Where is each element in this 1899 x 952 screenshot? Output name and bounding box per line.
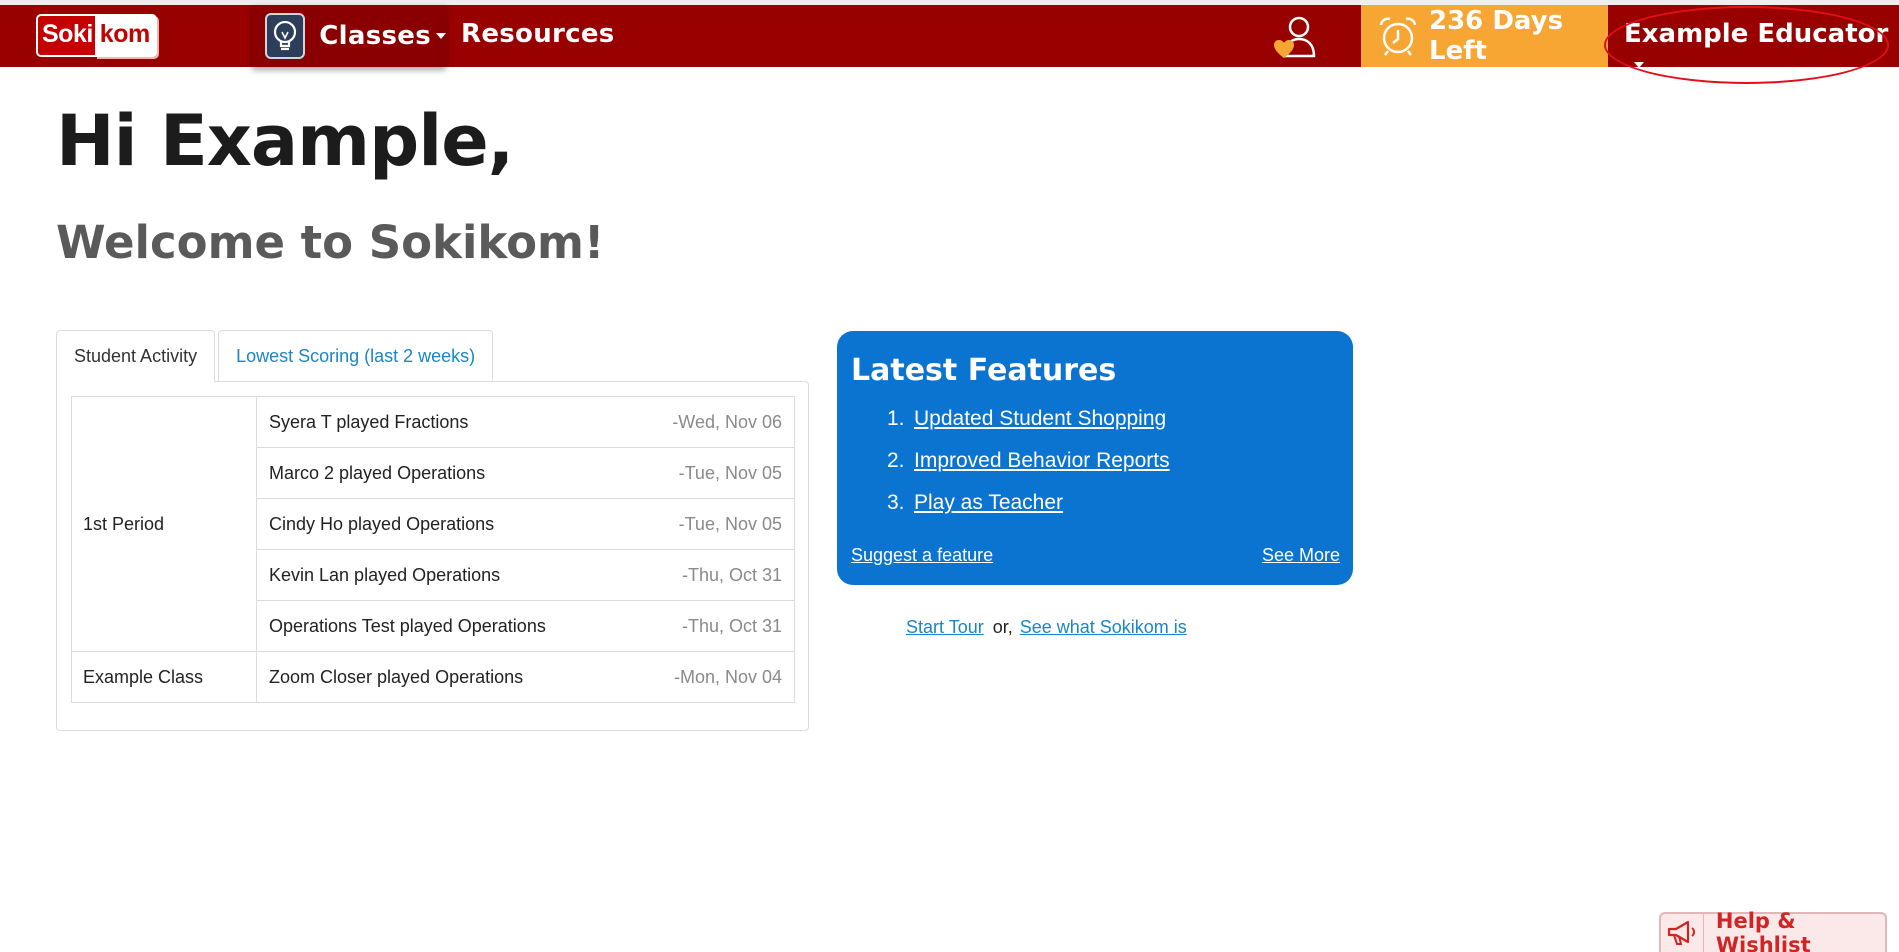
tab-lowest-scoring[interactable]: Lowest Scoring (last 2 weeks) [218, 330, 494, 382]
activity-text: Operations Test played Operations [269, 615, 546, 636]
feature-link-behavior-reports[interactable]: Improved Behavior Reports [914, 449, 1170, 473]
list-item: 3. Play as Teacher [887, 491, 1170, 533]
feature-number: 1. [887, 407, 905, 430]
sokikom-logo[interactable]: Soki kom [36, 13, 157, 57]
activity-date: -Thu, Oct 31 [681, 615, 782, 636]
class-name-cell: 1st Period [71, 396, 257, 652]
user-heart-icon[interactable] [1272, 14, 1318, 60]
classes-menu[interactable]: Classes [252, 5, 446, 67]
table-row: 1st Period Syera T played Fractions -Wed… [71, 396, 795, 652]
annotation-highlight-ellipse [1604, 6, 1889, 84]
list-item: 2. Improved Behavior Reports [887, 449, 1170, 491]
help-wishlist-button[interactable]: Help & Wishlist [1659, 909, 1887, 952]
list-item: 1. Updated Student Shopping [887, 407, 1170, 449]
tour-links: Start Tour or, See what Sokikom is [906, 617, 1187, 638]
greeting-heading: Hi Example, [56, 100, 514, 182]
activity-date: -Tue, Nov 05 [678, 513, 782, 534]
see-more-link[interactable]: See More [1262, 545, 1340, 566]
activity-cell: Syera T played Fractions -Wed, Nov 06 [256, 396, 795, 448]
classes-label: Classes [319, 21, 431, 51]
tab-student-activity[interactable]: Student Activity [56, 330, 216, 382]
activity-date: -Mon, Nov 04 [673, 666, 782, 687]
welcome-heading: Welcome to Sokikom! [56, 216, 605, 269]
feature-number: 2. [887, 449, 905, 472]
activity-text: Kevin Lan played Operations [269, 564, 501, 585]
logo-text-kom: kom [94, 13, 157, 57]
logo-text-soki: Soki [36, 13, 95, 57]
activity-tabs: Student Activity Lowest Scoring (last 2 … [56, 330, 494, 382]
tour-or-text: or, [992, 617, 1013, 637]
suggest-feature-link[interactable]: Suggest a feature [851, 545, 993, 566]
activity-date: -Tue, Nov 05 [678, 462, 782, 483]
activity-text: Cindy Ho played Operations [269, 513, 495, 534]
student-activity-table: 1st Period Syera T played Fractions -Wed… [71, 396, 795, 703]
class-name-cell: Example Class [71, 651, 257, 703]
help-wishlist-label: Help & Wishlist [1715, 909, 1811, 952]
days-left-text: 236 Days Left [1429, 6, 1564, 66]
alarm-clock-icon [1377, 15, 1419, 57]
activity-date: -Wed, Nov 06 [672, 411, 782, 432]
latest-features-title: Latest Features [851, 353, 1117, 388]
feature-link-play-as-teacher[interactable]: Play as Teacher [914, 491, 1063, 515]
feature-number: 3. [887, 491, 905, 514]
activity-date: -Thu, Oct 31 [681, 564, 782, 585]
feature-link-student-shopping[interactable]: Updated Student Shopping [914, 407, 1166, 431]
start-tour-link[interactable]: Start Tour [906, 617, 984, 637]
latest-features-card: Latest Features 1. Updated Student Shopp… [837, 331, 1353, 585]
resources-link[interactable]: Resources [461, 19, 615, 49]
activity-cell: Marco 2 played Operations -Tue, Nov 05 [256, 447, 795, 499]
chevron-down-icon [436, 33, 446, 39]
megaphone-icon [1661, 914, 1704, 952]
activity-cell: Cindy Ho played Operations -Tue, Nov 05 [256, 498, 795, 550]
student-activity-panel: 1st Period Syera T played Fractions -Wed… [56, 381, 809, 731]
see-what-sokikom-link[interactable]: See what Sokikom is [1020, 617, 1187, 637]
lightbulb-icon [265, 13, 306, 59]
activity-cell: Operations Test played Operations -Thu, … [256, 600, 795, 652]
activity-text: Zoom Closer played Operations [269, 666, 524, 687]
activity-cell: Zoom Closer played Operations -Mon, Nov … [256, 651, 795, 703]
activity-text: Marco 2 played Operations [269, 462, 486, 483]
activity-cell: Kevin Lan played Operations -Thu, Oct 31 [256, 549, 795, 601]
table-row: Example Class Zoom Closer played Operati… [71, 651, 795, 703]
features-list: 1. Updated Student Shopping 2. Improved … [887, 407, 1170, 533]
activity-text: Syera T played Fractions [269, 411, 469, 432]
days-left-badge[interactable]: 236 Days Left [1361, 5, 1608, 67]
